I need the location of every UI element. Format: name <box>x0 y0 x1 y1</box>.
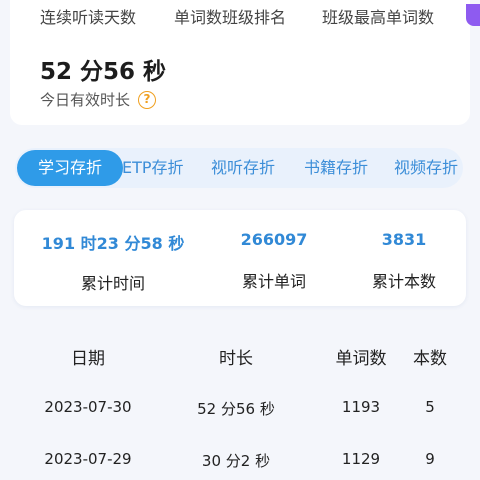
today-duration-label-row: 今日有效时长 ? <box>40 89 157 110</box>
row-word-count: 1193 <box>341 398 381 416</box>
total-time-label: 累计时间 <box>80 274 145 293</box>
total-books-label: 累计本数 <box>371 272 436 291</box>
header-word-count: 单词数 <box>335 349 387 369</box>
table-row[interactable]: 2023-07-29 30 分2 秒 1129 9 <box>0 450 480 474</box>
today-stats-card: 连续听读天数 单词数班级排名 班级最高单词数 52 分56 秒 今日有效时长 ? <box>10 0 480 125</box>
row-word-count: 1129 <box>341 450 381 468</box>
tab-audiovisual-passbook[interactable]: 视听存折 <box>211 148 275 188</box>
table-row[interactable]: 2023-07-30 52 分56 秒 1193 5 <box>0 398 480 422</box>
table-header: 日期 时长 单词数 本数 <box>0 344 480 369</box>
row-book-count: 5 <box>425 398 435 416</box>
class-rank-label: 单词数班级排名 <box>174 8 287 27</box>
row-date: 2023-07-30 <box>44 398 132 416</box>
total-words-label: 累计单词 <box>241 272 306 291</box>
row-date: 2023-07-29 <box>44 450 132 468</box>
help-icon[interactable]: ? <box>138 90 157 109</box>
tab-etp-passbook[interactable]: ETP存折 <box>122 148 184 188</box>
tab-books-passbook[interactable]: 书籍存折 <box>304 148 368 188</box>
row-book-count: 9 <box>425 450 435 468</box>
header-date: 日期 <box>71 349 105 369</box>
total-words-value: 266097 <box>240 230 308 249</box>
stats-header-row: 连续听读天数 单词数班级排名 班级最高单词数 <box>10 4 480 27</box>
today-duration-label: 今日有效时长 <box>40 91 131 109</box>
row-duration: 52 分56 秒 <box>197 400 275 418</box>
continuous-days-label: 连续听读天数 <box>40 8 137 27</box>
header-duration: 时长 <box>219 349 253 369</box>
class-max-label: 班级最高单词数 <box>322 8 435 27</box>
header-book-count: 本数 <box>413 349 447 369</box>
summary-card: 191 时23 分58 秒 266097 3831 累计时间 累计单词 累计本数 <box>14 210 466 306</box>
total-books-value: 3831 <box>381 230 427 249</box>
tab-study-passbook[interactable]: 学习存折 <box>17 150 123 186</box>
corner-accent <box>466 4 480 26</box>
total-time-value: 191 时23 分58 秒 <box>41 234 185 253</box>
tab-video-passbook[interactable]: 视频存折 <box>394 148 458 188</box>
passbook-tabs: 学习存折 ETP存折 视听存折 书籍存折 视频存折 <box>15 148 463 188</box>
row-duration: 30 分2 秒 <box>201 452 271 470</box>
today-duration: 52 分56 秒 <box>40 59 167 85</box>
